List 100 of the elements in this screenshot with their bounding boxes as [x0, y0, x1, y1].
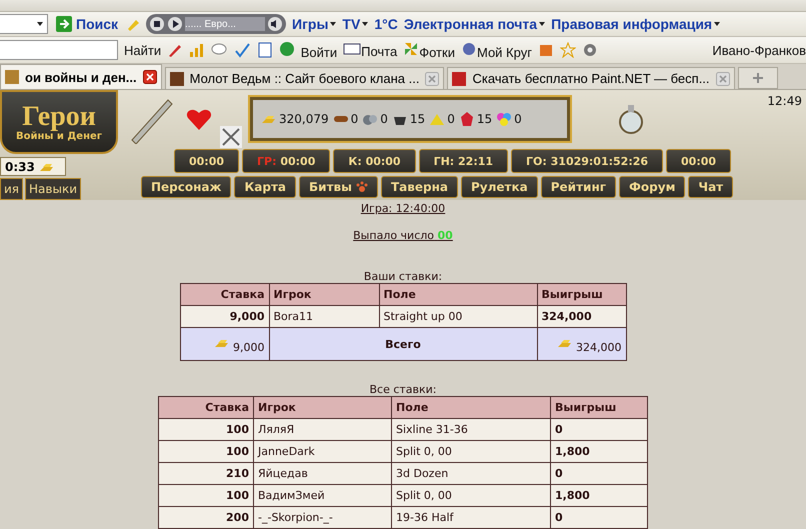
caret-icon: [37, 22, 43, 26]
mail-button[interactable]: Почта: [343, 42, 398, 59]
arrow-icon: [56, 16, 72, 32]
browser-tab[interactable]: Скачать бесплатно Paint.NET — бесп...: [447, 67, 735, 89]
table-cell: 0: [550, 418, 648, 440]
menu-link[interactable]: TV: [342, 16, 368, 32]
nav-button[interactable]: Битвы: [299, 176, 378, 198]
table-cell: 9,000: [180, 306, 269, 328]
tab-title: ои войны и ден...: [25, 70, 137, 84]
table-cell: JanneDark: [254, 440, 392, 462]
timer-box: 00:00: [666, 149, 732, 173]
table-cell: -_-Skorpion-_-: [254, 506, 392, 528]
column-header: Ставка: [180, 284, 269, 306]
play-icon[interactable]: [167, 16, 184, 32]
find-label[interactable]: Найти: [124, 42, 162, 58]
location-label: Ивано-Франков: [712, 42, 806, 58]
menu-link[interactable]: Электронная почта: [404, 16, 546, 32]
column-header: Поле: [392, 396, 550, 418]
timer-box: К: 00:00: [333, 149, 416, 173]
table-cell: ВадимЗмей: [254, 484, 392, 506]
column-header: Выигрыш: [537, 284, 626, 306]
login-button[interactable]: Войти: [279, 40, 338, 60]
table-cell: 0: [550, 506, 648, 528]
table-cell: 3d Dozen: [392, 462, 550, 484]
nav-button[interactable]: Карта: [234, 176, 296, 198]
photos-button[interactable]: Фотки: [403, 40, 455, 60]
nav-button[interactable]: Рейтинг: [540, 176, 616, 198]
nav-button[interactable]: Персонаж: [141, 176, 232, 198]
timer-box: ГО: 31029:01:52:26: [511, 149, 664, 173]
result-link[interactable]: Выпало число 00: [353, 229, 453, 242]
caret-icon: [330, 22, 336, 26]
table-cell: Bora11: [269, 306, 379, 328]
caret-icon: [714, 22, 720, 26]
menu-link[interactable]: Правовая информация: [551, 16, 720, 32]
spellcheck-icon[interactable]: [233, 42, 252, 58]
flask-icon[interactable]: [618, 104, 644, 134]
side-tab[interactable]: ия: [0, 178, 24, 200]
resource-amount: 0: [514, 112, 522, 126]
gems-icon: [496, 111, 512, 127]
box-icon[interactable]: [538, 42, 554, 58]
star-icon[interactable]: [560, 42, 576, 58]
track-title: ...... Евро...: [185, 17, 266, 32]
browser-tab[interactable]: Молот Ведьм :: Сайт боевого клана ...: [164, 67, 444, 89]
table-cell: 1,800: [550, 484, 648, 506]
close-icon[interactable]: [142, 70, 157, 84]
logo-subtitle: Войны и Денег: [16, 130, 102, 142]
resource-amount: 15: [410, 112, 426, 126]
caret-icon: [539, 22, 546, 26]
table-cell: 0: [550, 462, 648, 484]
circle-button[interactable]: Мой Круг: [460, 40, 532, 60]
resource-amount: 0: [350, 112, 358, 126]
nav-button[interactable]: Чат: [688, 176, 734, 198]
tab-title: Молот Ведьм :: Сайт боевого клана ...: [190, 71, 420, 86]
column-header: Игрок: [254, 396, 392, 418]
game-time-link[interactable]: Игра: 12:40:00: [360, 202, 446, 215]
table-cell: 100: [158, 440, 254, 462]
nav-button[interactable]: Форум: [619, 176, 686, 198]
column-header: Ставка: [158, 396, 254, 418]
caret-icon: [362, 22, 368, 26]
logo-title: Герои: [22, 102, 96, 130]
tab-title: Скачать бесплатно Paint.NET — бесп...: [472, 71, 710, 86]
column-header: Игрок: [269, 284, 379, 306]
tab-favicon: [452, 72, 466, 86]
table-cell: 100: [158, 484, 254, 506]
menu-link[interactable]: Игры: [292, 16, 336, 32]
new-tab-icon[interactable]: [738, 67, 778, 89]
resource-amount: 0: [447, 112, 455, 126]
tab-favicon: [170, 72, 184, 86]
document-icon[interactable]: [257, 42, 274, 58]
resource-amount: 320,079: [279, 112, 329, 126]
table-cell: 200: [158, 506, 254, 528]
volume-icon[interactable]: [267, 16, 284, 32]
table-cell: ЛяляЯ: [254, 418, 392, 440]
side-tab[interactable]: Навыки: [25, 178, 82, 200]
column-header: Выигрыш: [550, 396, 648, 418]
menu-link[interactable]: 1°C: [374, 16, 398, 32]
search-field[interactable]: [0, 40, 118, 60]
resource-amount: 0: [380, 112, 388, 126]
crystal-icon: [458, 111, 475, 127]
table-caption: Ваши ставки:: [364, 270, 442, 283]
stop-icon[interactable]: [149, 16, 166, 32]
timer-box: 00:00: [174, 149, 240, 173]
crossed-swords-icon[interactable]: [220, 126, 242, 148]
search-button[interactable]: Поиск: [54, 16, 120, 32]
clock: 12:49: [767, 94, 802, 108]
table-cell: Straight up 00: [379, 306, 537, 328]
signal-bars-icon[interactable]: [189, 42, 206, 58]
pencil-icon[interactable]: [167, 42, 184, 58]
timer-box: ГР: 00:00: [242, 149, 330, 173]
nav-button[interactable]: Таверна: [381, 176, 458, 198]
address-field[interactable]: [0, 14, 48, 34]
browser-tab[interactable]: ои войны и ден...: [0, 64, 162, 89]
table-cell: 19-36 Half: [392, 506, 550, 528]
table-cell: 324,000: [537, 306, 626, 328]
heart-icon[interactable]: [186, 107, 212, 131]
timer-box: ГН: 22:11: [418, 149, 508, 173]
table-cell: 1,800: [550, 440, 648, 462]
settings-icon[interactable]: [582, 42, 598, 58]
tab-favicon: [5, 70, 19, 84]
nav-button[interactable]: Рулетка: [461, 176, 538, 198]
